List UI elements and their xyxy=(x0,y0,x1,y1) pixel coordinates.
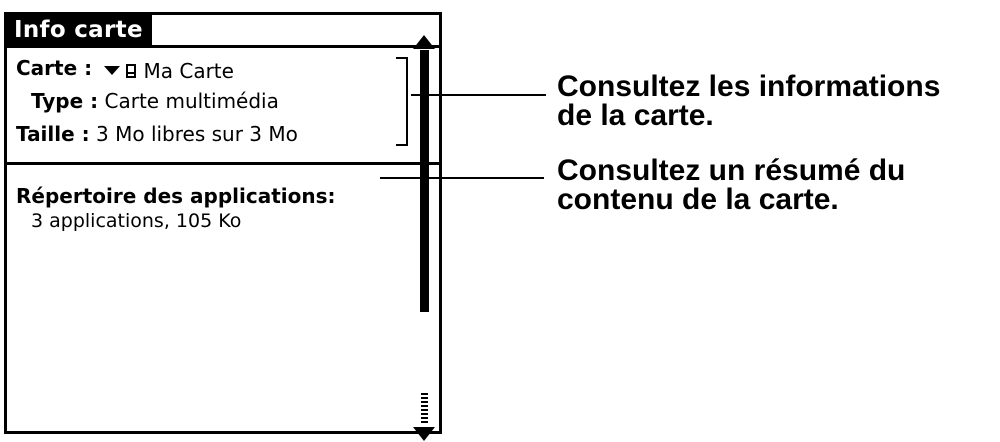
callout-summary-line2: contenu de la carte. xyxy=(557,183,839,216)
dropdown-triangle-icon[interactable] xyxy=(104,66,121,75)
callout-summary-line1: Consultez un résumé du xyxy=(557,154,906,187)
card-icon xyxy=(126,63,137,78)
info-bracket xyxy=(396,57,408,146)
size-value: 3 Mo libres sur 3 Mo xyxy=(96,122,298,146)
type-row: Type : Carte multimédia xyxy=(31,89,279,113)
callout-leader-summary xyxy=(380,177,544,179)
type-label: Type : xyxy=(31,89,99,113)
directory-detail: 3 applications, 105 Ko xyxy=(31,210,242,232)
device-screen: Info carte Carte : Ma Carte Type : Carte… xyxy=(4,12,442,441)
scroll-up-icon[interactable] xyxy=(413,35,435,49)
size-row: Taille : 3 Mo libres sur 3 Mo xyxy=(16,122,298,146)
directory-title: Répertoire des applications: xyxy=(16,184,336,208)
card-value[interactable]: Ma Carte xyxy=(143,59,233,83)
window-title: Info carte xyxy=(7,15,152,45)
card-selector[interactable]: Ma Carte xyxy=(98,59,234,83)
callout-info-line2: de la carte. xyxy=(557,99,714,132)
title-bar: Info carte xyxy=(7,15,439,48)
scrollbar-grip[interactable] xyxy=(421,393,428,423)
callout-leader-info xyxy=(411,94,546,96)
card-contents-panel: Répertoire des applications: 3 applicati… xyxy=(7,165,439,431)
size-label: Taille : xyxy=(16,122,90,146)
callout-summary: Consultez un résumé du contenu de la car… xyxy=(557,154,906,216)
scroll-down-icon[interactable] xyxy=(413,427,435,441)
callout-info-line1: Consultez les informations xyxy=(557,70,941,103)
card-info-panel: Carte : Ma Carte Type : Carte multimédia… xyxy=(7,48,439,158)
card-label: Carte : xyxy=(16,56,93,80)
type-value: Carte multimédia xyxy=(104,89,279,113)
scrollbar[interactable] xyxy=(420,50,429,312)
card-row: Carte : Ma Carte xyxy=(16,56,234,83)
callout-info: Consultez les informations de la carte. xyxy=(557,70,941,132)
